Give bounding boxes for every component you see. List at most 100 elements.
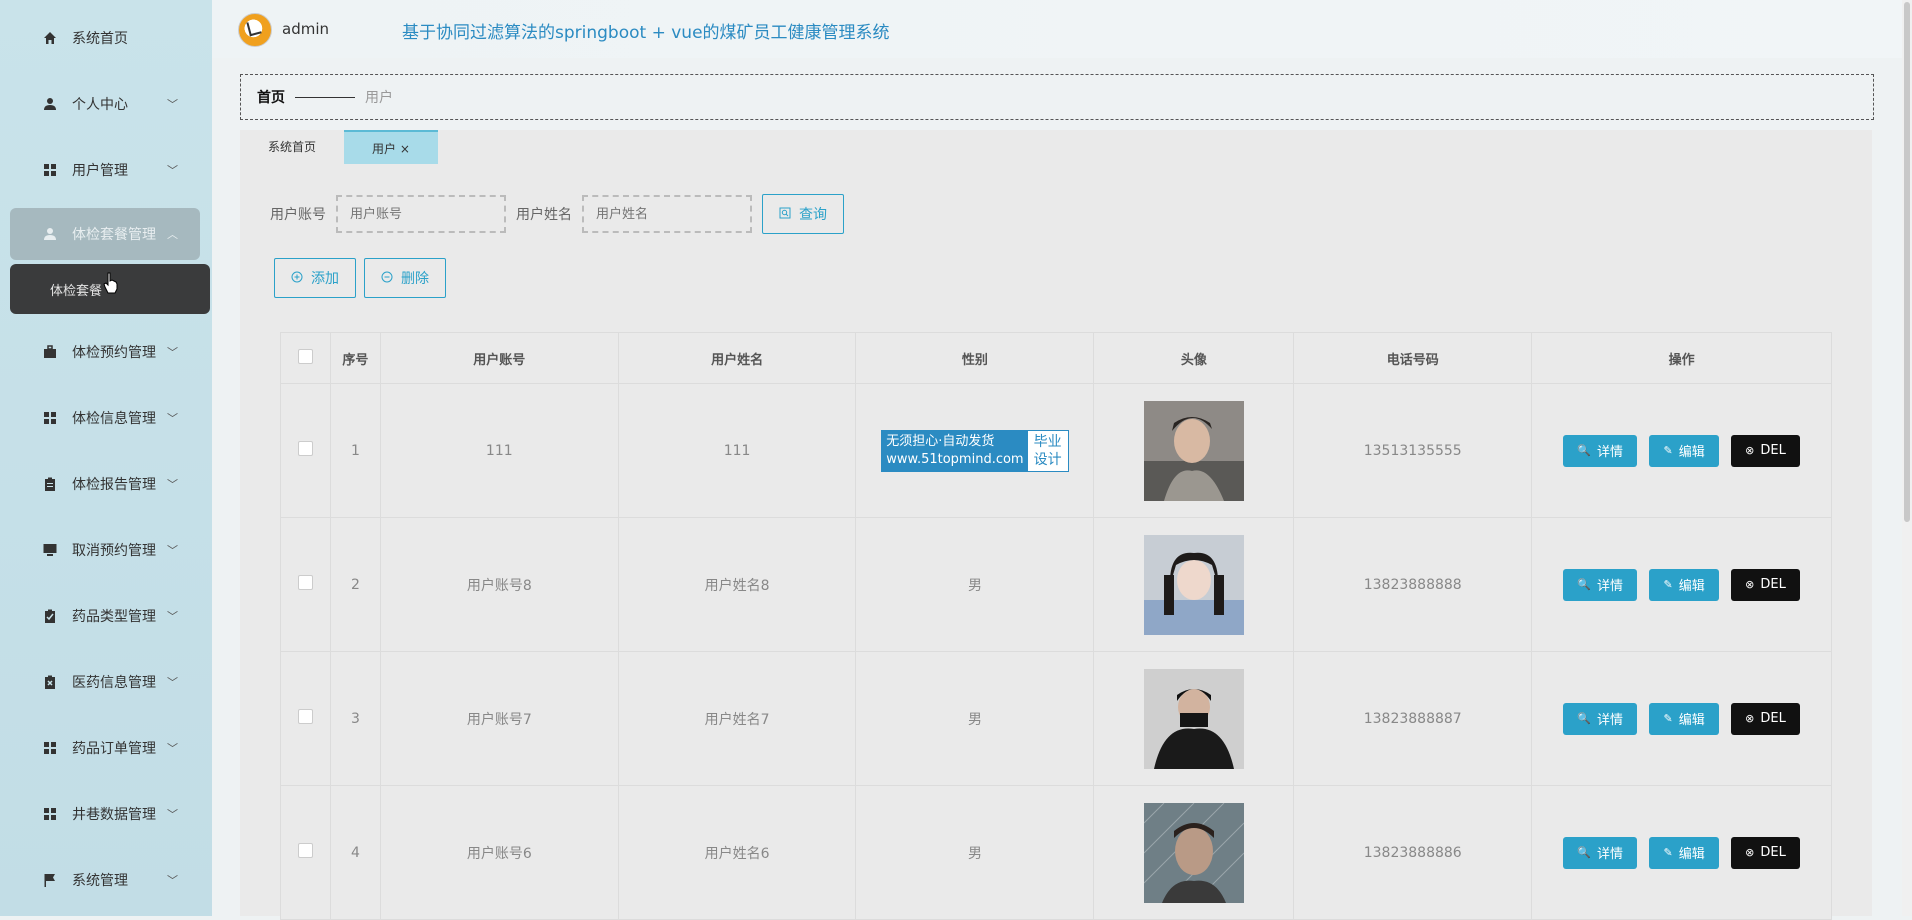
account-search-input[interactable]	[336, 195, 506, 233]
cell-index: 4	[329, 785, 381, 920]
table-row: 3 用户账号7 用户姓名7 男 13823888887 🔍 详情 ✎ 编辑 ⊗ DEL	[280, 651, 1832, 786]
user-photo[interactable]	[1143, 802, 1244, 903]
edit-button[interactable]: ✎ 编辑	[1649, 836, 1719, 869]
grid-icon	[42, 740, 58, 756]
sidebar-item-system[interactable]: 系统管理 ﹀	[10, 854, 200, 906]
tab-users[interactable]: 用户 ×	[344, 130, 438, 164]
select-all-cell[interactable]	[280, 332, 331, 384]
sidebar-item-checkup-package[interactable]: 体检套餐管理 ︿	[10, 208, 200, 260]
chevron-down-icon: ﹀	[167, 412, 178, 425]
chevron-down-icon: ﹀	[167, 808, 178, 821]
vertical-scrollbar[interactable]	[1902, 0, 1912, 916]
name-label: 用户姓名	[516, 207, 572, 223]
column-header: 性别	[855, 332, 1095, 384]
sidebar-item-shaft-data[interactable]: 井巷数据管理 ﹀	[10, 788, 200, 840]
edit-button[interactable]: ✎ 编辑	[1649, 434, 1719, 467]
add-button[interactable]: 添加	[274, 258, 356, 298]
cell-gender: 男	[855, 785, 1095, 920]
delete-button-label: 删除	[401, 271, 429, 287]
sidebar-item-drug-order[interactable]: 药品订单管理 ﹀	[10, 722, 200, 774]
search-icon: 🔍	[1577, 712, 1591, 725]
del-label: DEL	[1760, 443, 1786, 458]
chevron-down-icon: ﹀	[167, 544, 178, 557]
watermark-badge: 无须担心·自动发货 www.51topmind.com 毕业 设计	[881, 429, 1069, 472]
row-checkbox[interactable]	[297, 441, 313, 456]
scrollbar-thumb[interactable]	[1904, 2, 1910, 522]
close-circle-icon: ⊗	[1745, 444, 1755, 457]
cell-avatar	[1093, 383, 1295, 518]
del-button[interactable]: ⊗ DEL	[1731, 434, 1800, 467]
sidebar: 系统首页 个人中心 ﹀ 用户管理 ﹀ 体检套餐管理 ︿ 体检套餐 体检预约管理 …	[0, 0, 212, 916]
content-panel: 系统首页 用户 × 用户账号 用户姓名 查询 添加 删除	[240, 130, 1872, 920]
monitor-icon	[42, 542, 58, 558]
sidebar-item-medicine-info[interactable]: 医药信息管理 ﹀	[10, 656, 200, 708]
sidebar-item-checkup-info[interactable]: 体检信息管理 ﹀	[10, 392, 200, 444]
top-header: admin 基于协同过滤算法的springboot + vue的煤矿员工健康管理…	[212, 0, 1912, 58]
clipboard-check-icon	[42, 608, 58, 624]
sidebar-item-label: 药品类型管理	[72, 609, 156, 625]
detail-button[interactable]: 🔍 详情	[1563, 434, 1638, 467]
cell-avatar	[1093, 651, 1295, 786]
sidebar-item-users[interactable]: 用户管理 ﹀	[10, 144, 200, 196]
select-all-checkbox[interactable]	[297, 348, 313, 364]
cell-name: 用户姓名8	[617, 517, 857, 652]
users-table: 序号 用户账号 用户姓名 性别 头像 电话号码 操作 1 111 111 无须担…	[280, 332, 1832, 920]
search-form: 用户账号 用户姓名 查询	[270, 194, 844, 234]
sidebar-item-appointment[interactable]: 体检预约管理 ﹀	[10, 326, 200, 378]
table-header-row: 序号 用户账号 用户姓名 性别 头像 电话号码 操作	[280, 332, 1832, 384]
del-button[interactable]: ⊗ DEL	[1731, 568, 1800, 601]
pencil-icon: ✎	[1663, 578, 1673, 591]
watermark-right1: 毕业	[1033, 433, 1062, 450]
column-header: 用户账号	[379, 332, 619, 384]
row-checkbox[interactable]	[297, 843, 313, 858]
column-header: 操作	[1531, 332, 1832, 384]
detail-label: 详情	[1597, 579, 1624, 594]
column-header: 序号	[329, 332, 381, 384]
avatar[interactable]	[238, 13, 272, 47]
delete-button[interactable]: 删除	[364, 258, 446, 298]
chevron-down-icon: ﹀	[167, 676, 178, 689]
sidebar-item-cancel-appointment[interactable]: 取消预约管理 ﹀	[10, 524, 200, 576]
cell-phone: 13823888886	[1293, 785, 1533, 920]
breadcrumb-separator	[295, 96, 355, 98]
sidebar-item-profile[interactable]: 个人中心 ﹀	[10, 78, 200, 130]
cell-name: 用户姓名6	[617, 785, 857, 920]
edit-button[interactable]: ✎ 编辑	[1649, 702, 1719, 735]
detail-label: 详情	[1597, 713, 1624, 728]
user-photo[interactable]	[1143, 534, 1244, 635]
user-photo[interactable]	[1143, 400, 1244, 501]
sidebar-item-checkup-report[interactable]: 体检报告管理 ﹀	[10, 458, 200, 510]
breadcrumb-current: 用户	[365, 90, 393, 106]
cell-gender: 男	[855, 651, 1095, 786]
user-photo[interactable]	[1143, 668, 1244, 769]
breadcrumb-home[interactable]: 首页	[257, 87, 285, 107]
edit-label: 编辑	[1678, 713, 1705, 728]
close-circle-icon: ⊗	[1745, 846, 1755, 859]
grid-icon	[42, 806, 58, 822]
edit-label: 编辑	[1678, 847, 1705, 862]
detail-button[interactable]: 🔍 详情	[1563, 702, 1638, 735]
column-header: 头像	[1093, 332, 1295, 384]
cell-name: 111	[617, 383, 857, 518]
minus-circle-icon	[381, 271, 393, 286]
column-header: 电话号码	[1293, 332, 1533, 384]
sidebar-item-drug-type[interactable]: 药品类型管理 ﹀	[10, 590, 200, 642]
detail-button[interactable]: 🔍 详情	[1563, 836, 1638, 869]
clipboard-x-icon	[42, 674, 58, 690]
clipboard-icon	[42, 476, 58, 492]
del-button[interactable]: ⊗ DEL	[1731, 836, 1800, 869]
query-button[interactable]: 查询	[762, 194, 844, 234]
sidebar-item-label: 药品订单管理	[72, 741, 156, 757]
detail-button[interactable]: 🔍 详情	[1563, 568, 1638, 601]
row-checkbox[interactable]	[297, 575, 313, 590]
edit-button[interactable]: ✎ 编辑	[1649, 568, 1719, 601]
del-button[interactable]: ⊗ DEL	[1731, 702, 1800, 735]
user-icon	[42, 96, 58, 112]
sidebar-item-home[interactable]: 系统首页	[10, 12, 200, 64]
cell-phone: 13823888888	[1293, 517, 1533, 652]
row-checkbox[interactable]	[297, 709, 313, 724]
tab-home[interactable]: 系统首页	[240, 130, 344, 162]
edit-label: 编辑	[1678, 579, 1705, 594]
tab-bar: 系统首页 用户 ×	[240, 130, 438, 164]
name-search-input[interactable]	[582, 195, 752, 233]
